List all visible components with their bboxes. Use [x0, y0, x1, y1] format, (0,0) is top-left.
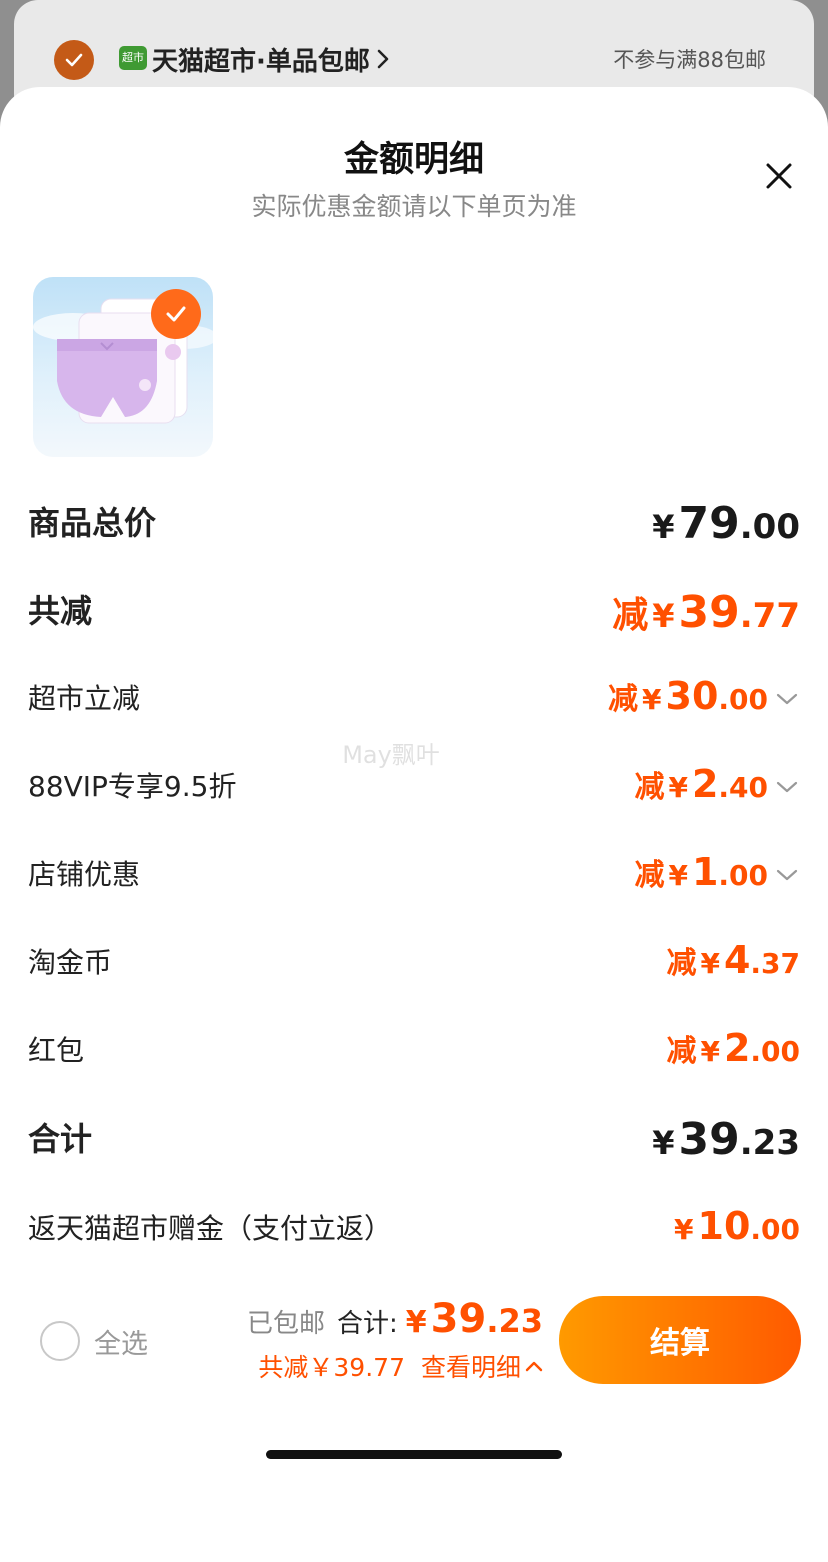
reduce-prefix: 减: [666, 946, 697, 981]
reduce-total-text: 共减￥39.77: [258, 1353, 405, 1382]
check-icon: [166, 306, 186, 322]
sheet-title: 金额明细: [343, 140, 484, 180]
shipping-status: 已包邮: [246, 1309, 325, 1339]
view-details-link[interactable]: 查看明细: [421, 1348, 543, 1384]
shop-name: 天猫超市·单品包邮: [152, 46, 370, 77]
row-store-discount[interactable]: 店铺优惠 减 ¥ 1 .00: [28, 850, 800, 900]
select-all-label: 全选: [94, 1328, 148, 1360]
reduce-prefix: 减: [634, 858, 665, 893]
currency-symbol: ¥: [668, 771, 688, 804]
reduce-prefix: 减: [612, 595, 649, 636]
row-value: 减 ¥ 1 .00: [634, 850, 800, 900]
row-value: 减 ¥ 30 .00: [608, 674, 800, 724]
row-label: 返天猫超市赠金（支付立返）: [28, 1212, 393, 1245]
amount-integer: 2: [723, 1026, 751, 1070]
amount-integer: 30: [665, 674, 719, 718]
row-label: 共减: [28, 592, 93, 630]
row-label: 商品总价: [28, 504, 157, 542]
reduce-prefix: 减: [608, 682, 639, 717]
row-value: ¥ 10 .00: [674, 1204, 800, 1254]
currency-symbol: ¥: [642, 683, 662, 716]
chevron-down-icon[interactable]: [774, 862, 800, 888]
shipping-note: 不参与满88包邮: [613, 48, 766, 72]
row-value: 减 ¥ 39 .77: [612, 586, 800, 638]
row-cashback: 返天猫超市赠金（支付立返） ¥ 10 .00: [28, 1204, 800, 1254]
currency-symbol: ¥: [700, 1035, 720, 1068]
view-details-label: 查看明细: [420, 1353, 521, 1382]
check-icon: [65, 53, 83, 67]
row-value: ¥ 79 .00: [652, 498, 800, 549]
row-supermarket-discount[interactable]: 超市立减 减 ¥ 30 .00: [28, 674, 800, 724]
shop-checkbox[interactable]: [54, 40, 94, 80]
checkout-button[interactable]: 结算: [559, 1296, 801, 1384]
row-total-reduce: 共减 减 ¥ 39 .77: [28, 586, 800, 638]
chevron-up-icon: [525, 1361, 543, 1372]
reduce-summary: 共减￥39.77 查看明细: [258, 1348, 543, 1384]
chevron-right-icon: [377, 49, 389, 69]
amount-decimal: .40: [718, 771, 768, 804]
amount-decimal: .23: [739, 1123, 800, 1163]
chevron-down-icon[interactable]: [774, 774, 800, 800]
shop-name-link[interactable]: 天猫超市·单品包邮: [152, 40, 390, 78]
row-value: ¥ 39 .23: [652, 1114, 800, 1165]
close-button[interactable]: [760, 157, 798, 195]
amount-decimal: .00: [718, 683, 768, 716]
order-summary: 已包邮 合计: ¥ 39 .23: [247, 1296, 543, 1342]
sheet-subtitle: 实际优惠金额请以下单页为准: [251, 192, 577, 221]
currency-symbol: ¥: [652, 597, 675, 635]
reduce-prefix: 减: [666, 1034, 697, 1069]
currency-symbol: ¥: [652, 508, 675, 546]
amount-integer: 1: [691, 850, 719, 894]
amount-decimal: .00: [718, 859, 768, 892]
currency-symbol: ¥: [674, 1213, 694, 1246]
amount-decimal: .77: [739, 596, 800, 636]
total-decimal: .23: [486, 1302, 543, 1340]
chevron-down-icon[interactable]: [774, 686, 800, 712]
row-taojinbi: 淘金币 减 ¥ 4 .37: [28, 938, 800, 988]
row-label: 超市立减: [28, 682, 141, 715]
row-label: 店铺优惠: [28, 858, 141, 891]
amount-integer: 79: [678, 498, 740, 549]
tmall-supermarket-badge: 超市: [119, 46, 147, 70]
amount-integer: 39: [678, 1114, 740, 1165]
amount-integer: 39: [678, 587, 740, 638]
row-goods-total: 商品总价 ¥ 79 .00: [28, 498, 800, 549]
amount-decimal: .00: [739, 507, 800, 547]
currency-symbol: ¥: [652, 1124, 675, 1162]
currency-symbol: ¥: [668, 859, 688, 892]
watermark: May飘叶: [342, 741, 440, 769]
row-label: 淘金币: [28, 946, 113, 979]
row-label: 红包: [28, 1034, 85, 1067]
amount-integer: 10: [697, 1204, 751, 1248]
select-all-toggle[interactable]: 全选: [40, 1321, 148, 1361]
amount-decimal: .00: [750, 1213, 800, 1246]
row-label: 合计: [28, 1120, 93, 1158]
total-label: 合计:: [337, 1309, 398, 1339]
row-value: 减 ¥ 2 .00: [666, 1026, 800, 1076]
currency-symbol: ¥: [405, 1305, 427, 1340]
row-value: 减 ¥ 4 .37: [666, 938, 800, 988]
home-indicator: [266, 1450, 562, 1459]
currency-symbol: ¥: [700, 947, 720, 980]
product-checkbox[interactable]: [151, 289, 201, 339]
total-integer: 39: [430, 1296, 487, 1342]
amount-decimal: .00: [750, 1035, 800, 1068]
amount-decimal: .37: [750, 947, 800, 980]
select-all-radio[interactable]: [40, 1321, 80, 1361]
row-red-packet: 红包 减 ¥ 2 .00: [28, 1026, 800, 1076]
row-sum-total: 合计 ¥ 39 .23: [28, 1114, 800, 1165]
amount-integer: 4: [723, 938, 751, 982]
close-icon: [766, 163, 792, 189]
